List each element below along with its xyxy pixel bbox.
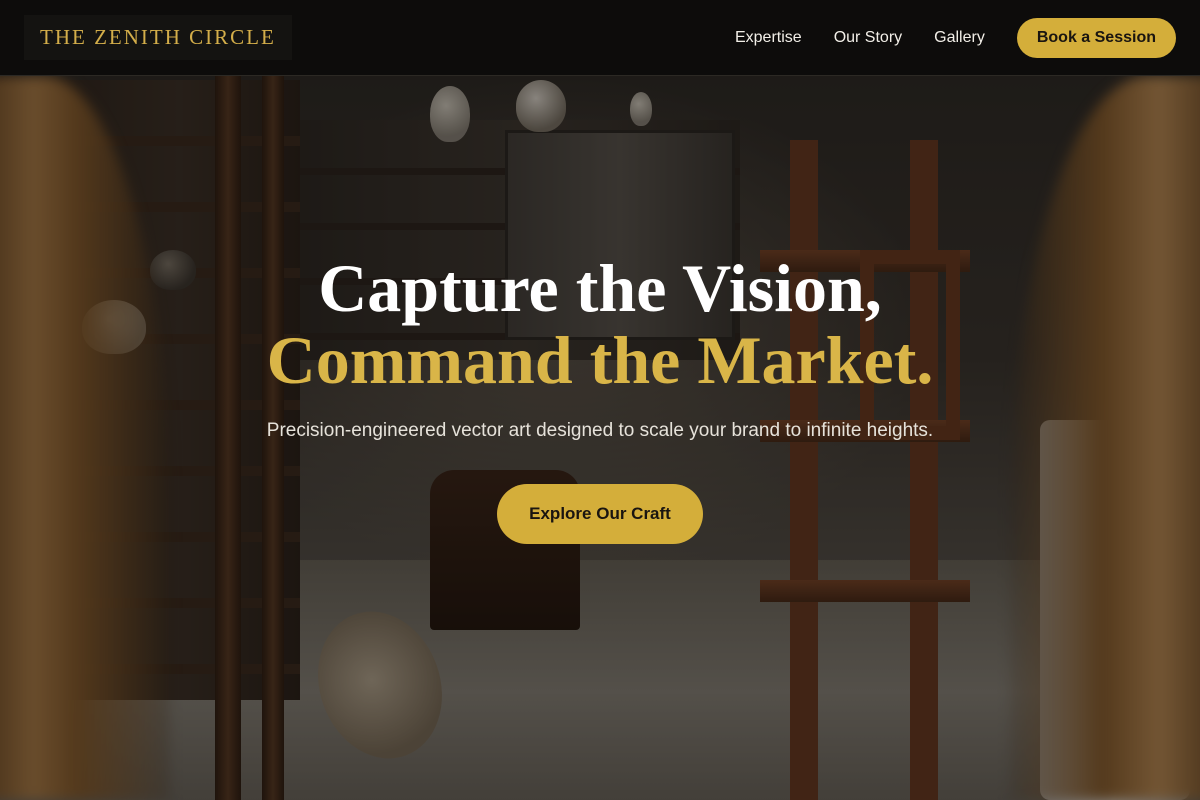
hero-headline-line1: Capture the Vision,: [318, 250, 882, 326]
nav-link-expertise[interactable]: Expertise: [735, 29, 802, 47]
main-nav: Expertise Our Story Gallery Book a Sessi…: [735, 17, 1176, 58]
explore-craft-button[interactable]: Explore Our Craft: [497, 484, 703, 544]
nav-link-gallery[interactable]: Gallery: [934, 29, 985, 47]
book-session-button[interactable]: Book a Session: [1016, 17, 1176, 58]
nav-link-our-story[interactable]: Our Story: [834, 29, 902, 47]
brand-logo[interactable]: THE ZENITH CIRCLE: [24, 15, 292, 60]
hero-subheadline: Precision-engineered vector art designed…: [266, 420, 934, 441]
hero-section: Capture the Vision, Command the Market. …: [0, 76, 1200, 800]
hero-headline-line2: Command the Market.: [266, 322, 934, 398]
site-header: THE ZENITH CIRCLE Expertise Our Story Ga…: [0, 0, 1200, 76]
